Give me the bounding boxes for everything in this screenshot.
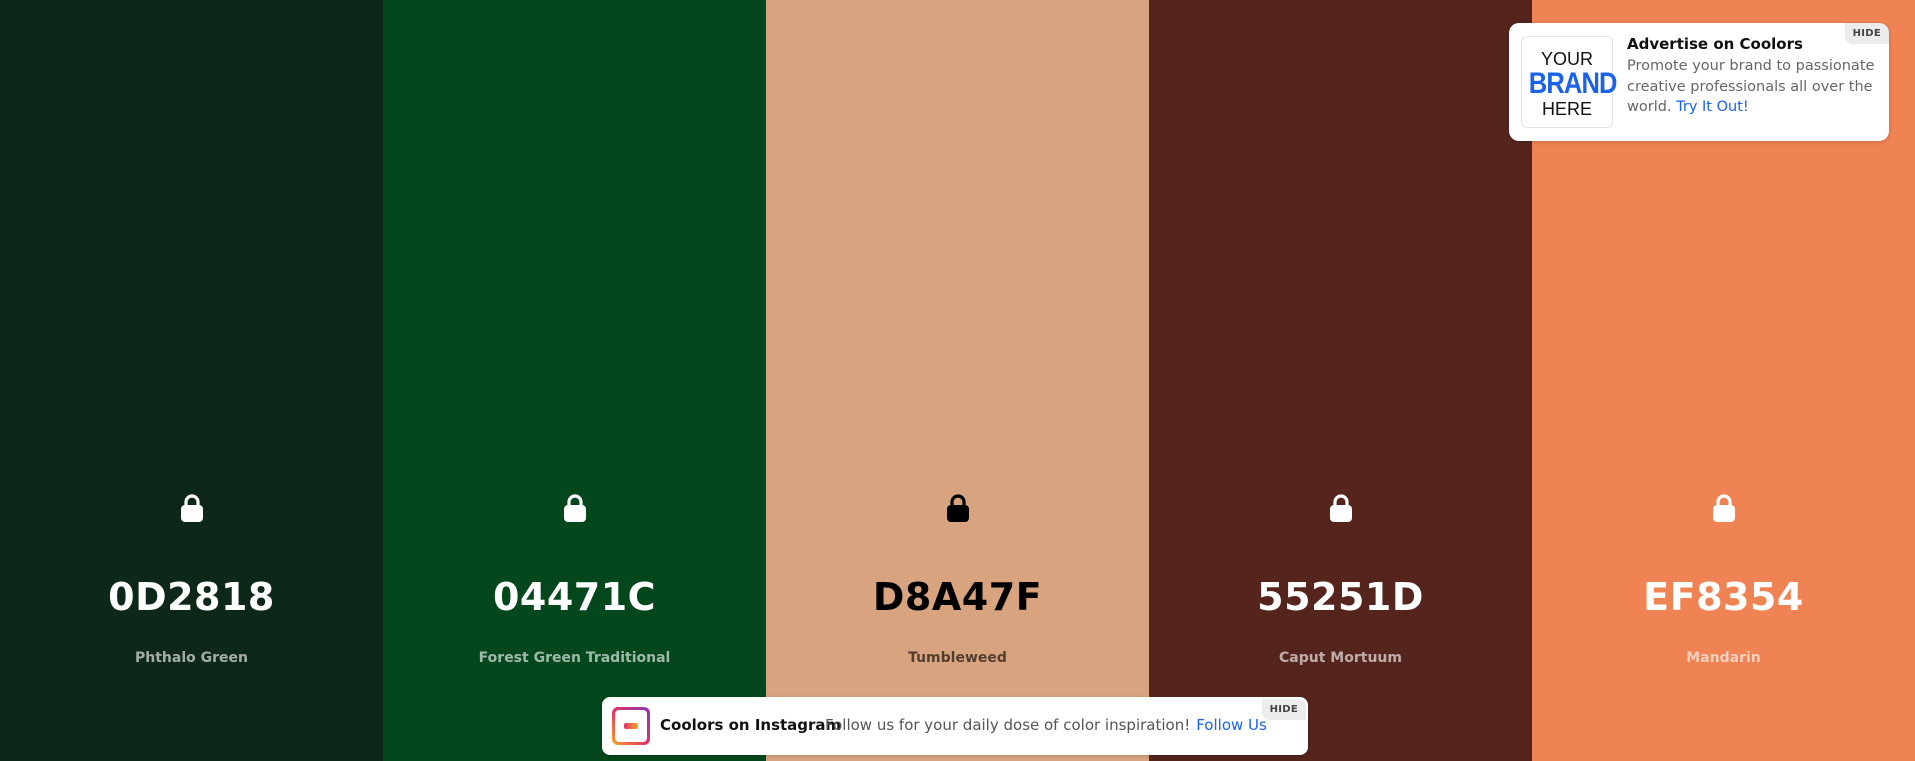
- lock-icon[interactable]: [179, 493, 205, 523]
- color-swatch-2[interactable]: 04471C Forest Green Traditional: [383, 0, 766, 761]
- instagram-title: Coolors on Instagram: [660, 716, 842, 734]
- hide-ad-button[interactable]: HIDE: [1844, 23, 1889, 44]
- logo-line-here: HERE: [1541, 99, 1592, 119]
- color-name: Mandarin: [1686, 650, 1761, 666]
- hex-code[interactable]: 0D2818: [0, 575, 383, 619]
- ad-body: Promote your brand to passionate creativ…: [1627, 56, 1877, 118]
- instagram-message: Follow us for your daily dose of color i…: [825, 716, 1267, 734]
- ad-body-text: Promote your brand to passionate creativ…: [1627, 58, 1875, 115]
- color-swatch-1[interactable]: 0D2818 Phthalo Green: [0, 0, 383, 761]
- lock-icon[interactable]: [1711, 493, 1737, 523]
- hex-code[interactable]: EF8354: [1532, 575, 1915, 619]
- advertise-card: YOUR BRAND HERE Advertise on Coolors Pro…: [1509, 23, 1889, 141]
- logo-mark: [624, 723, 638, 729]
- instagram-text: Follow us for your daily dose of color i…: [825, 716, 1191, 734]
- brand-placeholder-logo[interactable]: YOUR BRAND HERE: [1521, 36, 1618, 128]
- follow-us-link[interactable]: Follow Us: [1196, 716, 1267, 734]
- ad-title: Advertise on Coolors: [1627, 35, 1803, 53]
- hex-code[interactable]: 04471C: [383, 575, 766, 619]
- color-swatch-4[interactable]: 55251D Caput Mortuum: [1149, 0, 1532, 761]
- logo-line-your: YOUR: [1540, 49, 1593, 69]
- try-it-out-link[interactable]: Try It Out!: [1676, 99, 1749, 115]
- color-name: Caput Mortuum: [1279, 650, 1402, 666]
- color-name: Phthalo Green: [135, 650, 248, 666]
- hex-code[interactable]: D8A47F: [766, 575, 1149, 619]
- instagram-logo-inner: [615, 710, 647, 742]
- color-name: Forest Green Traditional: [478, 650, 671, 666]
- color-swatch-3[interactable]: D8A47F Tumbleweed: [766, 0, 1149, 761]
- logo-line-brand: BRAND: [1528, 67, 1618, 100]
- lock-icon[interactable]: [1328, 493, 1354, 523]
- instagram-banner: Coolors on Instagram Follow us for your …: [602, 697, 1308, 755]
- color-name: Tumbleweed: [908, 650, 1007, 666]
- instagram-logo-icon[interactable]: [612, 707, 650, 745]
- hide-instagram-button[interactable]: HIDE: [1261, 699, 1306, 720]
- hex-code[interactable]: 55251D: [1149, 575, 1532, 619]
- lock-icon[interactable]: [945, 493, 971, 523]
- lock-icon[interactable]: [562, 493, 588, 523]
